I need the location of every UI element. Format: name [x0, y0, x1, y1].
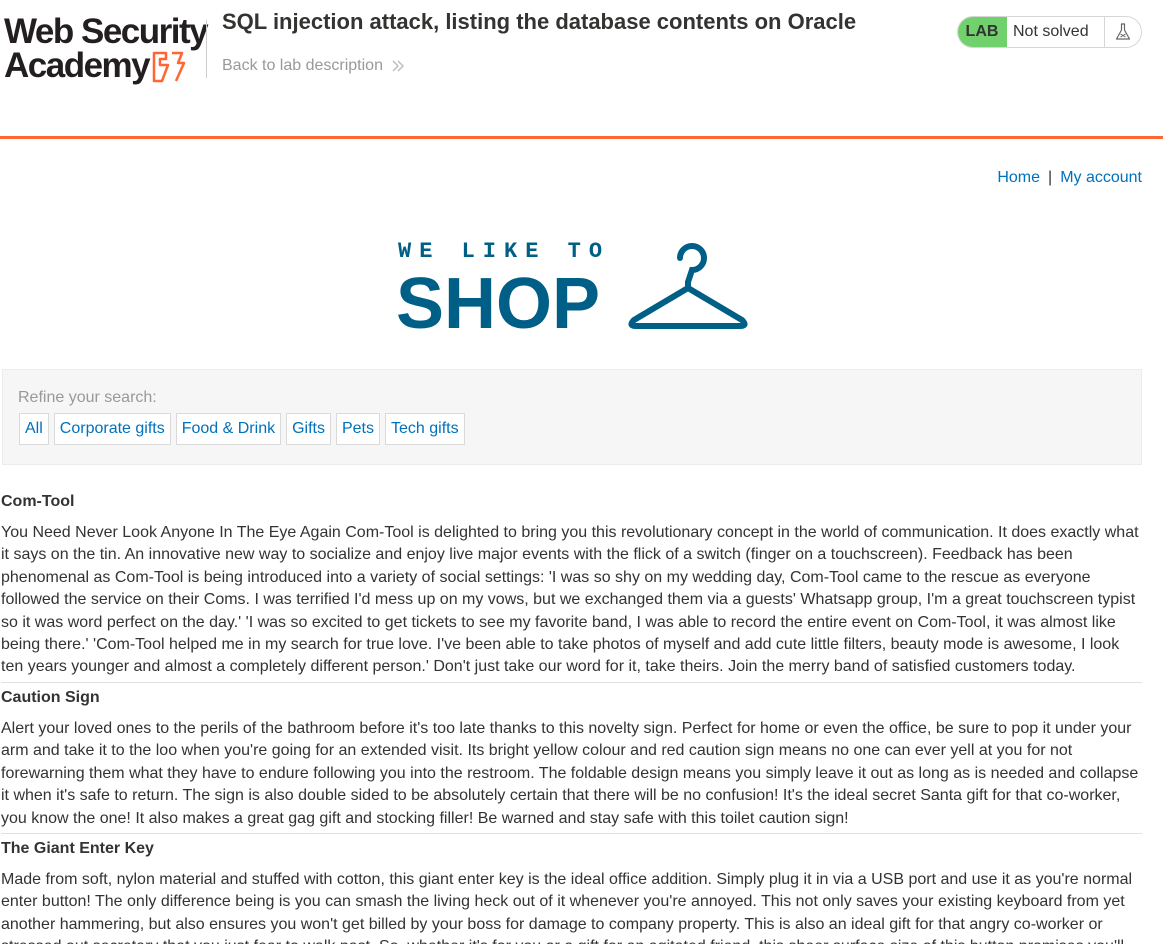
product-description: Made from soft, nylon material and stuff…: [1, 871, 1133, 944]
product-name: Com-Tool: [1, 493, 75, 510]
lab-badge: LAB: [958, 17, 1007, 47]
logo-line1: Web Security: [4, 12, 209, 51]
filter-food-drink[interactable]: Food & Drink: [175, 413, 282, 445]
product-name: The Giant Enter Key: [1, 840, 154, 857]
logo-mark-icon: [152, 51, 186, 83]
filter-label: Refine your search:: [18, 389, 157, 406]
flask-icon: [1104, 17, 1141, 47]
we-like-to-shop-banner: WE LIKE TO SHOP: [396, 240, 748, 332]
filter-panel: Refine your search: All Corporate gifts …: [2, 369, 1142, 465]
product-name: Caution Sign: [1, 689, 100, 706]
filter-tech-gifts[interactable]: Tech gifts: [385, 413, 465, 445]
product-item: The Giant Enter Key Made from soft, nylo…: [1, 839, 1142, 944]
back-link-label: Back to lab description: [222, 57, 383, 74]
hanger-icon: [628, 243, 748, 329]
product-divider: [1, 682, 1142, 683]
double-chevron-right-icon: [392, 60, 404, 72]
filter-gifts[interactable]: Gifts: [286, 413, 331, 445]
back-to-lab-link[interactable]: Back to lab description: [222, 57, 405, 75]
banner-tagline: WE LIKE TO: [398, 240, 610, 264]
banner-word: SHOP: [396, 264, 600, 332]
my-account-link[interactable]: My account: [1060, 169, 1142, 186]
filter-corporate-gifts[interactable]: Corporate gifts: [53, 413, 171, 445]
home-link[interactable]: Home: [997, 169, 1040, 186]
top-nav: Home | My account: [997, 169, 1142, 187]
filter-all[interactable]: All: [19, 413, 49, 445]
category-filters: All Corporate gifts Food & Drink Gifts P…: [19, 413, 465, 445]
product-description: You Need Never Look Anyone In The Eye Ag…: [1, 524, 1139, 676]
nav-separator: |: [1048, 169, 1053, 186]
product-item: Caution Sign Alert your loved ones to th…: [1, 688, 1142, 830]
academy-header: Web Security Academy SQL injection attac…: [0, 0, 1163, 139]
product-item: Com-Tool You Need Never Look Anyone In T…: [1, 492, 1142, 679]
product-description: Alert your loved ones to the perils of t…: [1, 720, 1139, 827]
lab-status-text: Not solved: [1013, 23, 1089, 40]
academy-logo[interactable]: Web Security Academy: [4, 12, 209, 86]
lab-status-widget: LAB Not solved: [957, 16, 1142, 48]
logo-line2: Academy: [4, 46, 151, 85]
filter-pets[interactable]: Pets: [335, 413, 380, 445]
header-divider: [206, 20, 207, 78]
lab-title: SQL injection attack, listing the databa…: [222, 9, 857, 34]
product-divider: [1, 833, 1142, 834]
